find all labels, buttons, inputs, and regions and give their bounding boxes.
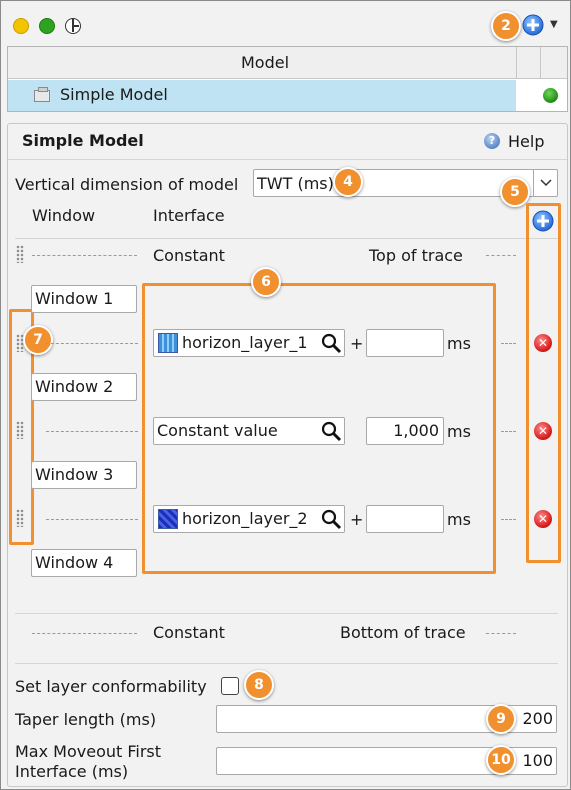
interface-name: horizon_layer_2	[182, 509, 308, 528]
plus-sign: +	[350, 334, 364, 353]
vertical-dimension-label: Vertical dimension of model	[15, 175, 239, 194]
offset-input-1[interactable]	[366, 329, 444, 357]
panel-title: Simple Model	[22, 131, 144, 150]
model-panel-window: 2 ▼ Model Simple Model Simple Model ? He…	[0, 0, 571, 790]
top-constant-label: Constant	[153, 246, 225, 265]
horizon-surface-icon	[158, 333, 178, 353]
chevron-down-icon	[540, 179, 552, 187]
green-light-icon[interactable]	[39, 18, 55, 34]
add-model-button[interactable]	[522, 14, 544, 36]
model-folder-icon	[34, 87, 52, 102]
moveout-value: 100	[522, 751, 553, 770]
offset-input-3[interactable]	[366, 505, 444, 533]
window-label: Window 2	[35, 377, 114, 396]
highlight-delete-column	[526, 203, 561, 563]
interface-select-2[interactable]: Constant value	[153, 417, 345, 445]
window-field-3[interactable]: Window 3	[31, 461, 137, 489]
search-icon[interactable]	[320, 420, 342, 442]
help-icon: ?	[484, 133, 500, 149]
delete-interface-icon[interactable]: ✕	[534, 510, 552, 528]
top-of-trace-label: Top of trace	[369, 246, 463, 265]
conformability-label: Set layer conformability	[15, 677, 207, 696]
horizon-surface-icon	[158, 509, 178, 529]
column-header-model[interactable]: Model	[241, 53, 289, 73]
interface-name: Constant value	[157, 421, 278, 440]
bottom-of-trace-label: Bottom of trace	[340, 623, 466, 642]
drag-handle-icon[interactable]	[16, 245, 24, 263]
callout-6: 6	[251, 267, 281, 297]
window-label: Window 4	[35, 553, 114, 572]
model-name: Simple Model	[60, 85, 168, 104]
help-label: Help	[508, 132, 545, 151]
drag-handle-icon[interactable]	[16, 334, 24, 352]
help-button[interactable]: ? Help	[484, 131, 554, 153]
window-label: Window 3	[35, 465, 114, 484]
unit-label: ms	[447, 422, 471, 441]
offset-value: 1,000	[393, 421, 439, 440]
window-field-1[interactable]: Window 1	[31, 285, 137, 313]
callout-5: 5	[500, 177, 530, 207]
plus-sign: +	[350, 510, 364, 529]
unit-label: ms	[447, 334, 471, 353]
delete-interface-icon[interactable]: ✕	[534, 422, 552, 440]
plus-circle-icon	[522, 14, 544, 36]
drag-handle-icon[interactable]	[16, 509, 24, 527]
callout-4: 4	[333, 167, 363, 197]
taper-length-label: Taper length (ms)	[15, 710, 157, 729]
column-window: Window	[32, 206, 96, 225]
window-layout-icon[interactable]	[65, 18, 81, 34]
window-label: Window 1	[35, 289, 114, 308]
search-icon[interactable]	[320, 332, 342, 354]
drag-handle-icon[interactable]	[16, 421, 24, 439]
conformability-checkbox[interactable]	[221, 677, 239, 695]
column-interface: Interface	[153, 206, 225, 225]
bottom-constant-label: Constant	[153, 623, 225, 642]
interface-name: horizon_layer_1	[182, 333, 308, 352]
model-table: Model Simple Model	[7, 46, 568, 112]
window-field-4[interactable]: Window 4	[31, 549, 137, 577]
unit-label: ms	[447, 510, 471, 529]
callout-9: 9	[486, 704, 516, 734]
callout-7: 7	[23, 325, 53, 355]
window-field-2[interactable]: Window 2	[31, 373, 137, 401]
interface-select-3[interactable]: horizon_layer_2	[153, 505, 345, 533]
delete-interface-icon[interactable]: ✕	[534, 334, 552, 352]
callout-8: 8	[244, 670, 274, 700]
taper-length-value: 200	[522, 709, 553, 728]
offset-input-2[interactable]: 1,000	[366, 417, 444, 445]
moveout-label-line2: Interface (ms)	[15, 762, 129, 781]
search-icon[interactable]	[320, 508, 342, 530]
yellow-light-icon[interactable]	[13, 18, 29, 34]
callout-2: 2	[491, 11, 521, 41]
chevron-down-icon[interactable]: ▼	[550, 15, 558, 35]
interface-select-1[interactable]: horizon_layer_1	[153, 329, 345, 357]
table-row[interactable]: Simple Model	[8, 80, 567, 111]
status-indicator-icon	[543, 88, 558, 103]
vertical-dimension-value: TWT (ms)	[257, 174, 334, 193]
callout-10: 10	[486, 745, 516, 775]
table-header[interactable]: Model	[8, 47, 567, 79]
moveout-label-line1: Max Moveout First	[15, 742, 162, 761]
